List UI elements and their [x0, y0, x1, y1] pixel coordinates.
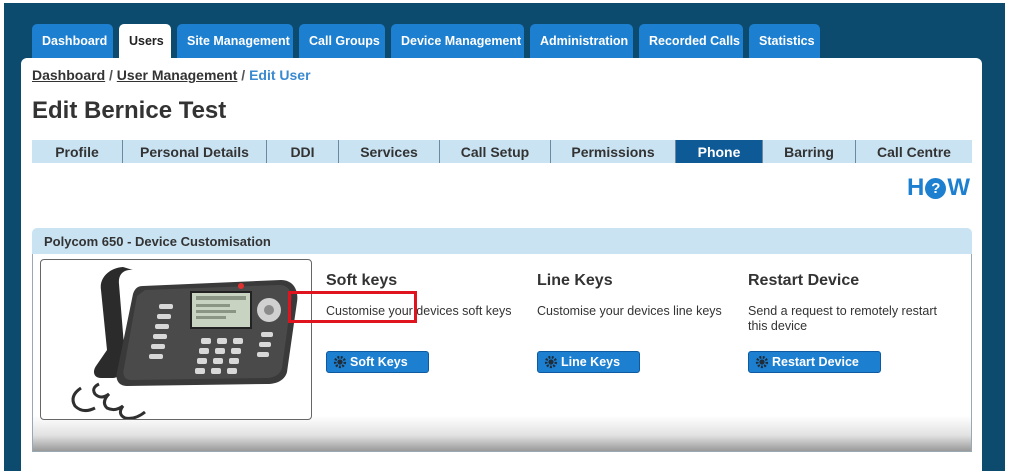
main-panel: Dashboard / User Management / Edit User … — [21, 58, 982, 471]
restart-device-heading: Restart Device — [748, 272, 860, 289]
tab-profile[interactable]: Profile — [32, 140, 123, 163]
left-border — [0, 3, 4, 471]
tab-personal-details[interactable]: Personal Details — [123, 140, 267, 163]
nav-tab-device-management[interactable]: Device Management — [391, 24, 524, 58]
tab-call-centre[interactable]: Call Centre — [856, 140, 972, 163]
breadcrumb-user-management[interactable]: User Management — [117, 67, 238, 83]
gear-icon — [333, 355, 347, 369]
nav-tab-administration[interactable]: Administration — [530, 24, 633, 58]
breadcrumb-dashboard[interactable]: Dashboard — [32, 67, 105, 83]
nav-tab-site-management[interactable]: Site Management — [177, 24, 293, 58]
gear-icon — [544, 355, 558, 369]
restart-device-description: Send a request to remotely restart this … — [748, 304, 937, 333]
tab-call-setup[interactable]: Call Setup — [440, 140, 551, 163]
nav-tab-call-groups[interactable]: Call Groups — [299, 24, 385, 58]
help-logo-h: H — [907, 174, 925, 201]
soft-keys-button[interactable]: Soft Keys — [326, 351, 429, 373]
device-image — [40, 259, 312, 420]
help-how-icon[interactable]: H ? W — [907, 174, 970, 202]
tab-services[interactable]: Services — [339, 140, 440, 163]
restart-device-panel: Restart Device Send a request to remotel… — [748, 272, 938, 334]
help-logo-w: W — [947, 174, 970, 201]
line-keys-button-label: Line Keys — [561, 355, 621, 369]
tab-permissions[interactable]: Permissions — [551, 140, 676, 163]
breadcrumb: Dashboard / User Management / Edit User — [32, 67, 311, 83]
line-keys-panel: Line Keys Customise your devices line ke… — [537, 272, 727, 319]
nav-tab-users[interactable]: Users — [119, 24, 171, 58]
soft-keys-heading: Soft keys — [326, 272, 398, 289]
line-keys-button[interactable]: Line Keys — [537, 351, 640, 373]
breadcrumb-separator: / — [109, 67, 113, 83]
nav-tab-dashboard[interactable]: Dashboard — [32, 24, 113, 58]
main-nav: Dashboard Users Site Management Call Gro… — [32, 24, 820, 58]
user-sub-tabs: Profile Personal Details DDI Services Ca… — [32, 140, 972, 163]
line-keys-description: Customise your devices line keys — [537, 304, 722, 318]
breadcrumb-separator: / — [241, 67, 246, 83]
page-title: Edit Bernice Test — [32, 97, 227, 124]
right-border — [1005, 0, 1011, 471]
tab-barring[interactable]: Barring — [763, 140, 856, 163]
question-icon: ? — [925, 177, 947, 199]
gear-icon — [755, 355, 769, 369]
tab-phone[interactable]: Phone — [676, 140, 763, 163]
breadcrumb-current: Edit User — [249, 67, 311, 83]
line-keys-heading: Line Keys — [537, 272, 613, 289]
soft-keys-button-label: Soft Keys — [350, 355, 408, 369]
device-section-header: Polycom 650 - Device Customisation — [32, 228, 972, 254]
desk-phone-image — [71, 267, 298, 420]
restart-device-button[interactable]: Restart Device — [748, 351, 881, 373]
device-section-body: Soft keys Customise your devices soft ke… — [32, 254, 972, 452]
tab-ddi[interactable]: DDI — [267, 140, 339, 163]
restart-device-button-label: Restart Device — [772, 355, 859, 369]
device-section-title: Polycom 650 - Device Customisation — [44, 233, 271, 249]
nav-tab-recorded-calls[interactable]: Recorded Calls — [639, 24, 743, 58]
nav-tab-statistics[interactable]: Statistics — [749, 24, 820, 58]
highlight-box — [288, 291, 417, 323]
